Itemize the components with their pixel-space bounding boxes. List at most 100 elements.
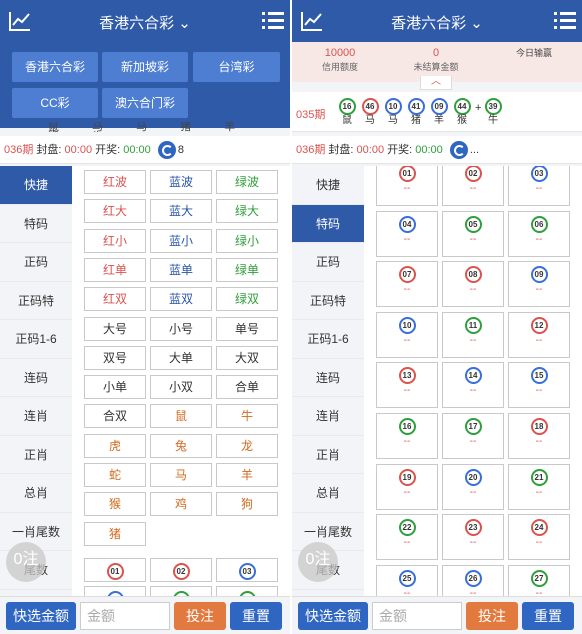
quick-bet-option[interactable]: 单号 (216, 316, 278, 341)
number-option[interactable]: 04 -- (376, 210, 438, 257)
quick-bet-option[interactable]: 大号 (84, 316, 146, 341)
number-option[interactable]: 18 -- (508, 413, 570, 459)
sidebar-item[interactable]: 正码 (0, 243, 72, 282)
quick-bet-option[interactable]: 红单 (84, 257, 146, 282)
number-option[interactable]: 12 -- (508, 311, 570, 358)
lottery-title[interactable]: 香港六合彩 ⌄ (292, 12, 582, 33)
number-option[interactable]: 26 -- (442, 564, 504, 596)
number-option[interactable]: 14 -- (442, 362, 504, 409)
sidebar-item[interactable]: 正码1-6 (0, 320, 72, 359)
number-option[interactable]: 22 -- (376, 514, 438, 561)
sidebar-item[interactable]: 正码 (292, 243, 364, 282)
quick-bet-option[interactable]: 红小 (84, 228, 146, 253)
quick-bet-option[interactable]: 绿波 (216, 170, 278, 194)
number-option[interactable]: 03 (216, 558, 278, 582)
sidebar-item[interactable]: 特码 (292, 204, 364, 243)
lottery-title[interactable]: 香港六合彩 ⌄ (0, 12, 290, 33)
number-option[interactable]: 21 -- (508, 463, 570, 510)
sidebar-item[interactable]: 特码 (0, 205, 72, 243)
quick-bet-option[interactable]: 小双 (150, 375, 212, 400)
reset-button[interactable]: 重置 (230, 602, 282, 630)
bet-count-badge[interactable]: 0注 (298, 542, 338, 582)
sidebar-item[interactable]: 总肖 (292, 474, 364, 513)
sidebar-item[interactable]: 总肖 (0, 474, 72, 513)
number-option[interactable]: 02 (150, 558, 212, 582)
bet-count-badge[interactable]: 0注 (6, 542, 46, 582)
number-option[interactable]: 13 -- (376, 362, 438, 409)
number-option[interactable]: 01 (84, 558, 146, 582)
quick-bet-option[interactable]: 猴 (84, 492, 146, 517)
number-option[interactable]: 02 -- (442, 166, 504, 206)
sidebar-item[interactable]: 正码1-6 (292, 320, 364, 359)
number-option[interactable]: 08 -- (442, 261, 504, 308)
quick-bet-option[interactable]: 虎 (84, 433, 146, 458)
lottery-option[interactable]: 台湾彩 (193, 52, 280, 82)
sidebar-item[interactable]: 快捷 (292, 166, 364, 205)
quick-bet-option[interactable]: 蓝双 (150, 287, 212, 312)
quick-bet-option[interactable]: 红双 (84, 287, 146, 312)
quick-bet-option[interactable]: 红大 (84, 199, 146, 224)
quick-bet-option[interactable]: 双号 (84, 345, 146, 370)
quick-bet-option[interactable]: 小号 (150, 316, 212, 341)
quick-bet-option[interactable]: 龙 (216, 433, 278, 458)
number-option[interactable]: 03 -- (508, 166, 570, 206)
menu-icon[interactable] (262, 10, 284, 30)
lottery-option[interactable]: 澳六合门彩 (102, 88, 188, 118)
sidebar-item[interactable]: 正码特 (0, 282, 72, 320)
number-option[interactable]: 16 -- (376, 413, 438, 459)
quick-bet-option[interactable]: 小单 (84, 375, 146, 400)
number-option[interactable]: 20 -- (442, 463, 504, 510)
quick-bet-option[interactable]: 大单 (150, 345, 212, 370)
quick-bet-option[interactable]: 蓝大 (150, 199, 212, 224)
number-option[interactable]: 01 -- (376, 166, 438, 206)
quick-bet-option[interactable]: 大双 (216, 345, 278, 370)
bet-button[interactable]: 投注 (466, 602, 518, 630)
number-option[interactable]: 17 -- (442, 413, 504, 459)
quick-bet-option[interactable]: 蓝单 (150, 257, 212, 282)
quick-bet-option[interactable]: 羊 (216, 463, 278, 487)
quick-bet-option[interactable]: 合单 (216, 375, 278, 400)
quick-bet-option[interactable]: 蓝波 (150, 170, 212, 194)
quick-bet-option[interactable]: 猪 (84, 521, 146, 546)
quick-bet-option[interactable]: 蓝小 (150, 228, 212, 253)
quick-bet-option[interactable]: 蛇 (84, 463, 146, 487)
sidebar-item[interactable]: 正码特 (292, 282, 364, 320)
bet-button[interactable]: 投注 (174, 602, 226, 630)
quick-bet-option[interactable]: 狗 (216, 492, 278, 517)
quick-bet-option[interactable]: 红波 (84, 170, 146, 194)
amount-input[interactable]: 金额 (80, 602, 170, 630)
refresh-icon[interactable] (449, 141, 468, 160)
quick-bet-option[interactable]: 绿小 (216, 228, 278, 253)
quick-bet-option[interactable]: 绿单 (216, 257, 278, 282)
number-option[interactable]: 23 -- (442, 514, 504, 561)
quick-amount-button[interactable]: 快选金额 (6, 602, 76, 630)
quick-amount-button[interactable]: 快选金额 (298, 602, 368, 630)
sidebar-item[interactable]: 连肖 (0, 397, 72, 436)
lottery-option[interactable]: 新加坡彩 (102, 52, 188, 82)
number-option[interactable]: 10 -- (376, 311, 438, 358)
refresh-icon[interactable] (157, 141, 176, 160)
menu-icon[interactable] (554, 10, 576, 30)
number-option[interactable]: 05 -- (442, 210, 504, 257)
sidebar-item[interactable]: 连肖 (292, 397, 364, 436)
number-option[interactable]: 11 -- (442, 311, 504, 358)
lottery-option[interactable]: 香港六合彩 (12, 52, 98, 82)
reset-button[interactable]: 重置 (522, 602, 574, 630)
quick-bet-option[interactable]: 鸡 (150, 492, 212, 517)
sidebar-item[interactable]: 正肖 (292, 436, 364, 474)
number-option[interactable]: 06 -- (508, 210, 570, 257)
quick-bet-option[interactable]: 绿双 (216, 287, 278, 312)
sidebar-item[interactable]: 快捷 (0, 166, 72, 205)
number-option[interactable]: 15 -- (508, 362, 570, 409)
quick-bet-option[interactable]: 鼠 (150, 404, 212, 429)
number-option[interactable]: 24 -- (508, 514, 570, 561)
chevron-up-icon[interactable]: ︿ (420, 76, 452, 90)
number-option[interactable]: 27 -- (508, 564, 570, 596)
sidebar-item[interactable]: 连码 (292, 359, 364, 397)
sidebar-item[interactable]: 连码 (0, 359, 72, 397)
number-option[interactable]: 19 -- (376, 463, 438, 510)
quick-bet-option[interactable]: 牛 (216, 404, 278, 429)
quick-bet-option[interactable]: 兔 (150, 433, 212, 458)
sidebar-item[interactable]: 正肖 (0, 436, 72, 474)
lottery-option[interactable]: CC彩 (12, 88, 98, 118)
